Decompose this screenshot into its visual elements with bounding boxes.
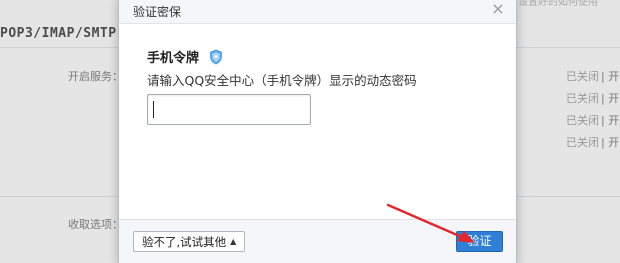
close-icon[interactable]: × xyxy=(490,1,506,17)
dynamic-code-input[interactable] xyxy=(147,94,311,125)
text-cursor xyxy=(153,101,154,118)
caret-up-icon: ▲ xyxy=(230,237,237,246)
try-other-method-button[interactable]: 验不了,试试其他 ▲ xyxy=(133,231,246,252)
shield-icon xyxy=(209,49,223,65)
arrow-annotation xyxy=(386,203,475,243)
dialog-title: 验证密保 xyxy=(133,5,182,19)
dialog-header: 验证密保 × xyxy=(119,0,516,24)
token-title: 手机令牌 xyxy=(147,51,200,66)
token-heading: 手机令牌 xyxy=(147,47,223,66)
settings-page: 设置好的如何使用 POP3/IMAP/SMTP 开启服务： 已关闭 | 开 已关闭… xyxy=(0,0,620,263)
try-other-method-label: 验不了,试试其他 xyxy=(142,234,227,249)
token-description: 请输入QQ安全中心（手机令牌）显示的动态密码 xyxy=(147,73,417,88)
